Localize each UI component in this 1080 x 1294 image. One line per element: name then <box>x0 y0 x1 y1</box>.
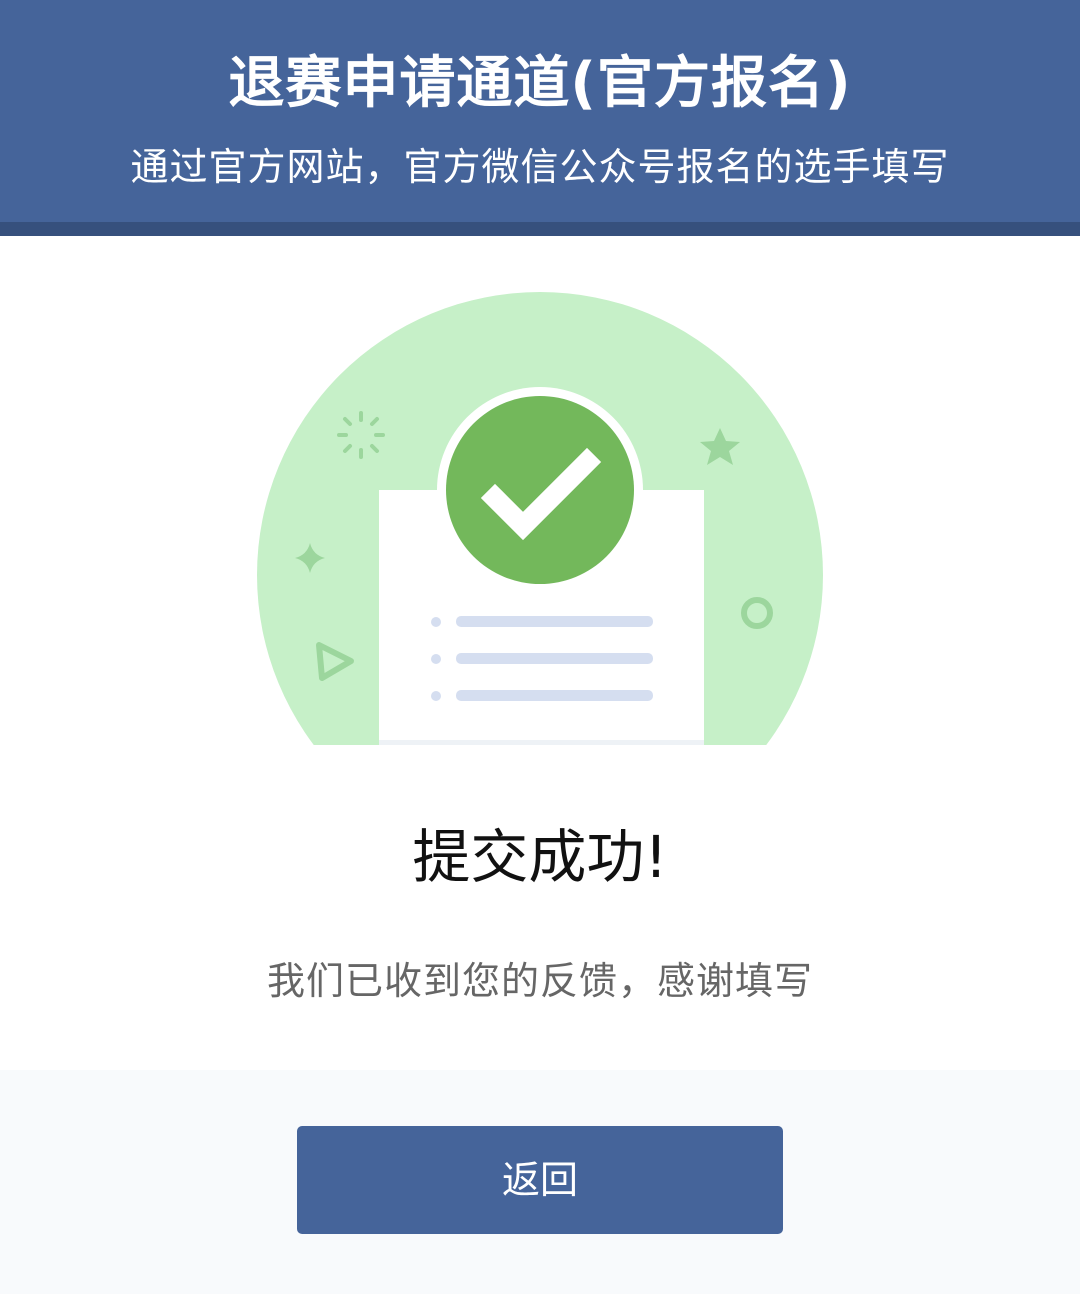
check-circle <box>446 396 634 584</box>
page-title: 退赛申请通道(官方报名) <box>228 51 852 116</box>
page-subtitle: 通过官方网站，官方微信公众号报名的选手填写 <box>130 145 950 189</box>
page: 退赛申请通道(官方报名) 通过官方网站，官方微信公众号报名的选手填写 提交成功!… <box>0 0 1080 1294</box>
success-document-check-icon <box>257 292 823 745</box>
success-illustration <box>250 285 830 755</box>
header-divider <box>0 222 1080 236</box>
back-button[interactable]: 返回 <box>297 1126 783 1234</box>
success-title: 提交成功! <box>412 823 668 891</box>
success-message: 我们已收到您的反馈，感谢填写 <box>266 959 813 1003</box>
header-banner: 退赛申请通道(官方报名) 通过官方网站，官方微信公众号报名的选手填写 <box>0 0 1080 222</box>
document-shadow <box>379 740 704 745</box>
